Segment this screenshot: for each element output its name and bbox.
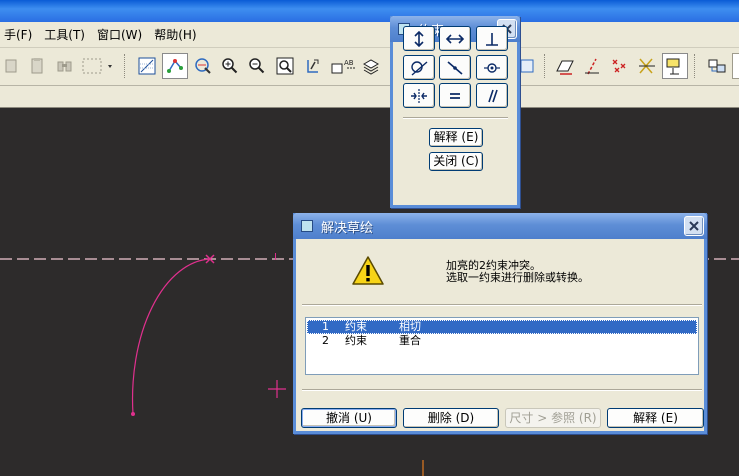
zoom-in-icon[interactable] <box>217 53 243 79</box>
row-type: 约束 <box>345 334 367 347</box>
vertical-arrow-icon <box>414 30 424 47</box>
symmetric-icon <box>411 88 427 103</box>
row-type: 约束 <box>345 320 367 333</box>
point-on-line-constraint-button[interactable] <box>439 55 471 80</box>
plane-display-icon[interactable] <box>552 53 578 79</box>
close-palette-button[interactable]: 关闭 (C) <box>429 152 483 171</box>
zoom-out-icon[interactable] <box>244 53 270 79</box>
row-detail: 相切 <box>399 320 421 333</box>
dimension-to-reference-button: 尺寸 > 参照 (R) <box>505 408 601 428</box>
layers-icon[interactable] <box>358 53 384 79</box>
coincident-point-icon <box>484 62 500 73</box>
toolbar-separator-right-2 <box>694 54 696 78</box>
menu-tools[interactable]: 工具(T) <box>38 25 91 45</box>
parallel-constraint-button[interactable] <box>476 83 508 108</box>
annotation-display-icon[interactable] <box>662 53 688 79</box>
conflict-list[interactable]: 1 约束 相切 2 约束 重合 <box>305 317 699 375</box>
center-cross-marker <box>268 380 286 398</box>
repaint-icon[interactable] <box>190 53 216 79</box>
delete-button[interactable]: 删除 (D) <box>403 408 499 428</box>
palette-divider <box>403 117 508 119</box>
horizontal-constraint-button[interactable] <box>439 26 471 51</box>
dialog-divider <box>302 304 702 306</box>
toolbar-strip <box>0 86 739 108</box>
close-button[interactable] <box>684 216 704 236</box>
refit-icon[interactable] <box>272 53 298 79</box>
point-on-line-icon <box>447 60 463 75</box>
row-index: 2 <box>322 334 329 347</box>
sketch-grid-icon[interactable] <box>134 53 160 79</box>
resolve-dialog-titlebar[interactable]: 解决草绘 <box>293 213 707 239</box>
menu-window[interactable]: 窗口(W) <box>91 25 148 45</box>
menu-file[interactable]: 手(F) <box>0 25 38 45</box>
equal-constraint-button[interactable] <box>439 83 471 108</box>
row-detail: 重合 <box>399 334 421 347</box>
explain-button[interactable]: 解释 (E) <box>607 408 704 428</box>
csys-display-icon[interactable] <box>634 53 660 79</box>
window-icon <box>301 220 313 232</box>
axis-display-icon[interactable] <box>580 53 606 79</box>
model-tree-icon[interactable] <box>704 53 730 79</box>
explain-button[interactable]: 解释 (E) <box>429 128 483 147</box>
toolbar-overflow[interactable] <box>732 53 739 79</box>
dimension-display-icon[interactable]: AB <box>328 53 360 79</box>
coincident-constraint-button[interactable] <box>476 55 508 80</box>
toolbar-separator <box>124 54 126 78</box>
perpendicular-constraint-button[interactable] <box>476 26 508 51</box>
main-toolbar: AB <box>0 48 739 86</box>
tangent-constraint-button[interactable] <box>403 55 435 80</box>
vertical-constraint-button[interactable] <box>403 26 435 51</box>
arc-end-point[interactable] <box>131 412 135 416</box>
row-index: 1 <box>322 320 329 333</box>
tangent-icon <box>411 60 428 76</box>
list-item[interactable]: 1 约束 相切 <box>307 320 697 334</box>
centerline-tag: I <box>274 252 277 263</box>
svg-text:AB: AB <box>344 59 354 67</box>
close-icon <box>689 221 699 231</box>
constraint-palette: 约束 解释 (E) 关闭 (C) <box>390 16 520 208</box>
horizontal-arrow-icon <box>445 33 465 44</box>
cut-icon[interactable] <box>0 53 26 79</box>
app-title-bar <box>0 0 739 22</box>
perpendicular-icon <box>486 32 498 46</box>
paste-icon[interactable] <box>24 53 50 79</box>
warning-icon <box>351 255 385 290</box>
orient-icon[interactable] <box>300 53 326 79</box>
binoculars-icon[interactable] <box>52 53 78 79</box>
dialog-divider-bottom <box>302 389 702 391</box>
resolve-dialog-title: 解决草绘 <box>321 220 374 236</box>
menu-help[interactable]: 帮助(H) <box>148 25 202 45</box>
parallel-icon <box>488 89 498 102</box>
toolbar-separator-right <box>544 54 546 78</box>
list-item[interactable]: 2 约束 重合 <box>307 334 697 348</box>
sketch-arc[interactable] <box>131 258 211 415</box>
symmetric-constraint-button[interactable] <box>403 83 435 108</box>
equal-icon <box>450 92 460 99</box>
point-display-icon[interactable] <box>607 53 633 79</box>
resolve-sketch-dialog: 解决草绘 加亮的2约束冲突。 选取一约束进行删除或转换。 1 约束 相切 2 约… <box>293 213 707 434</box>
undo-button[interactable]: 撤消 (U) <box>301 408 397 428</box>
menu-bar: 手(F) 工具(T) 窗口(W) 帮助(H) <box>0 22 739 48</box>
instruction-message: 选取一约束进行删除或转换。 <box>446 271 589 284</box>
select-box-dropdown[interactable] <box>80 53 116 79</box>
sketch-entity-icon[interactable] <box>162 53 188 79</box>
